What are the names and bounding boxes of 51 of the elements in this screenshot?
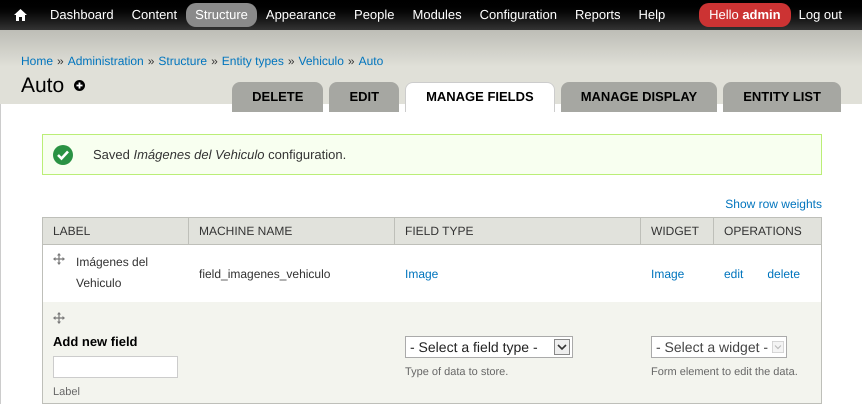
tab[interactable]: MANAGE DISPLAY	[560, 82, 718, 112]
widget-link[interactable]: Image	[651, 266, 684, 280]
field-type-link[interactable]: Image	[405, 266, 438, 280]
toolbar-link[interactable]: Content	[122, 3, 186, 27]
column-header: MACHINE NAME	[189, 218, 395, 244]
column-header: FIELD TYPE	[395, 218, 641, 244]
breadcrumb-link[interactable]: Administration	[68, 52, 144, 70]
breadcrumb-link[interactable]: Auto	[358, 52, 384, 70]
label-input-field[interactable]	[53, 356, 178, 378]
drag-handle-icon[interactable]	[53, 312, 65, 324]
tab[interactable]: EDIT	[329, 82, 400, 112]
breadcrumb-separator: »	[57, 53, 64, 70]
toolbar-link[interactable]: Appearance	[256, 3, 346, 27]
operation-link[interactable]: edit	[724, 264, 744, 282]
table-cell: field_imagenes_vehiculo	[199, 266, 330, 280]
tab[interactable]: MANAGE FIELDS	[405, 82, 555, 112]
toolbar-link[interactable]: Reports	[566, 3, 630, 27]
breadcrumb-separator: »	[348, 53, 355, 70]
toolbar-link[interactable]: Help	[630, 3, 674, 27]
column-header: OPERATIONS	[723, 223, 803, 240]
tab[interactable]: DELETE	[232, 82, 324, 112]
breadcrumb-separator: »	[211, 53, 218, 70]
check-icon	[53, 144, 73, 164]
add-shortcut-icon[interactable]	[74, 80, 86, 92]
tab[interactable]: ENTITY LIST	[723, 82, 841, 112]
table-cell-text: Imágenes del Vehiculo	[76, 254, 150, 292]
home-icon[interactable]	[14, 9, 27, 21]
logout-link[interactable]: Log out	[798, 5, 842, 25]
breadcrumb-link[interactable]: Vehiculo	[298, 52, 344, 70]
user-greeting[interactable]: Hello admin	[699, 3, 791, 27]
toolbar-link[interactable]: People	[345, 3, 404, 27]
breadcrumb-link[interactable]: Entity types	[222, 52, 284, 70]
toolbar-link[interactable]: Dashboard	[41, 3, 123, 27]
breadcrumb-link[interactable]: Structure	[158, 52, 208, 70]
column-header: LABEL	[43, 218, 189, 244]
breadcrumb-separator: »	[148, 53, 154, 70]
column-header: WIDGET	[641, 218, 714, 244]
field-hint: Type of data to store.	[405, 365, 510, 380]
add-field-heading: Add new field	[53, 333, 138, 351]
field-hint: Label	[53, 384, 81, 400]
breadcrumb-separator: »	[288, 53, 295, 70]
field-hint: Form element to edit the data.	[651, 365, 798, 380]
breadcrumb-link[interactable]: Home	[21, 52, 54, 70]
message-text: Saved Imágenes del Vehiculo configuration.	[93, 146, 346, 164]
select-field[interactable]: - Select a field type -	[405, 336, 573, 358]
page-title: Auto	[21, 73, 64, 99]
toolbar-link[interactable]: Modules	[404, 3, 471, 27]
operation-link[interactable]: delete	[767, 264, 800, 282]
drag-handle-icon[interactable]	[53, 253, 65, 265]
toolbar-link[interactable]: Configuration	[470, 3, 566, 27]
show-row-weights-link[interactable]: Show row weights	[725, 195, 822, 213]
